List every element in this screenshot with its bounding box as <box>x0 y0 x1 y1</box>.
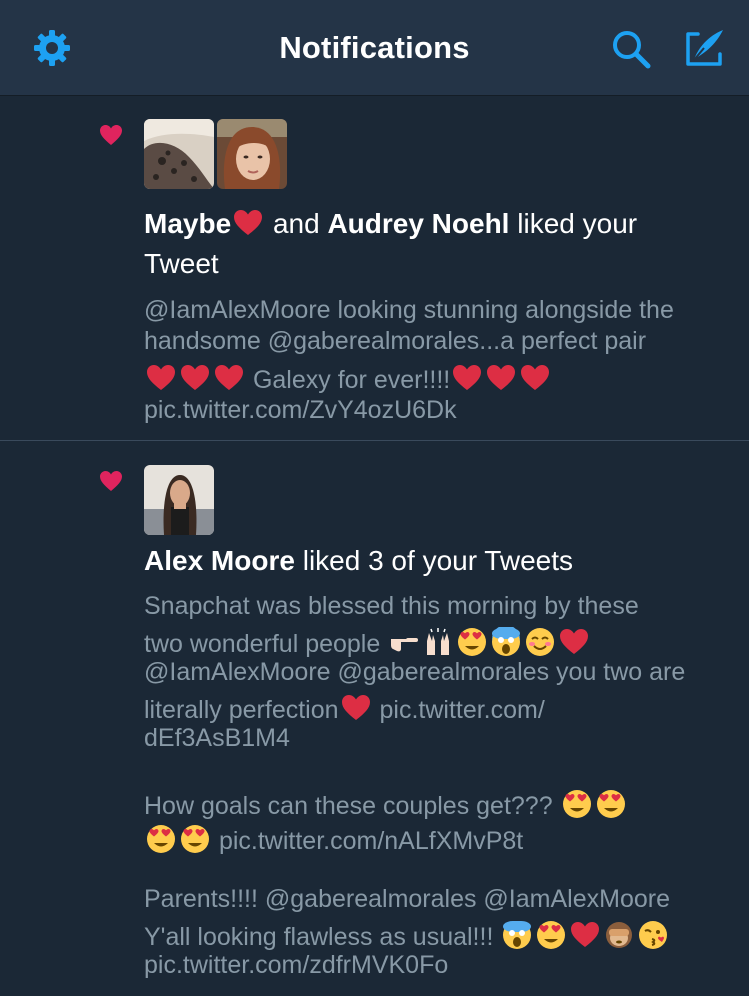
tweet-link[interactable]: pic.twitter.com/zdfrMVK0Fo <box>144 951 448 980</box>
notification-item[interactable]: Maybe and Audrey Noehl liked your Tweet … <box>0 96 749 441</box>
tweet-text-fragment: Galexy for ever!!!! <box>252 366 451 394</box>
tweet-text-line: How goals can these couples get??? <box>144 789 628 821</box>
action-object-text: Tweet <box>144 248 219 279</box>
tweet-link[interactable]: pic.twitter.com/ <box>379 696 544 724</box>
heart-eyes-emoji <box>457 627 487 657</box>
tweet-text-line: Galexy for ever!!!! <box>144 363 552 395</box>
red-heart-emoji <box>452 363 482 393</box>
kissing-face-emoji <box>638 920 668 950</box>
heart-icon <box>99 470 123 492</box>
red-heart-emoji <box>559 627 589 657</box>
user-name[interactable]: Alex Moore <box>144 545 295 576</box>
screaming-face-emoji <box>502 920 532 950</box>
tweet-text-line: Parents!!!! @gaberealmorales @IamAlexMoo… <box>144 885 670 913</box>
tweet-text-line: @IamAlexMoore @gaberealmorales you two a… <box>144 658 686 686</box>
heart-eyes-emoji <box>180 824 210 854</box>
red-heart-emoji <box>180 363 210 393</box>
screaming-face-emoji <box>491 627 521 657</box>
tweet-text-line: pic.twitter.com/nALfXMvP8t <box>144 824 523 856</box>
see-no-evil-monkey-emoji <box>604 920 634 950</box>
user-name[interactable]: Maybe <box>144 208 231 239</box>
compose-icon[interactable] <box>682 26 726 70</box>
user-name[interactable]: Audrey Noehl <box>327 208 509 239</box>
action-text: liked 3 of your Tweets <box>302 545 574 576</box>
red-heart-emoji <box>146 363 176 393</box>
heart-icon <box>99 124 123 146</box>
avatar[interactable] <box>144 119 214 189</box>
tweet-link[interactable]: pic.twitter.com/ZvY4ozU6Dk <box>144 396 457 425</box>
tweet-text-fragment: two wonderful people <box>144 630 381 658</box>
tweet-link[interactable]: dEf3AsB1M4 <box>144 724 290 753</box>
tweet-link[interactable]: pic.twitter.com/nALfXMvP8t <box>219 827 523 855</box>
heart-eyes-emoji <box>596 789 626 819</box>
heart-eyes-emoji <box>536 920 566 950</box>
red-heart-emoji <box>214 363 244 393</box>
tweet-text-fragment: How goals can these couples get??? <box>144 792 553 820</box>
tweet-text-fragment: literally perfection <box>144 696 339 724</box>
top-nav-bar: Notifications <box>0 0 749 96</box>
tweet-text-line: Y'all looking flawless as usual!!! <box>144 920 670 952</box>
tweet-text-line: Snapchat was blessed this morning by the… <box>144 592 639 620</box>
tweet-text-fragment: Y'all looking flawless as usual!!! <box>144 923 494 951</box>
conjunction-text: and <box>272 208 320 239</box>
red-heart-emoji <box>520 363 550 393</box>
search-icon[interactable] <box>608 26 652 70</box>
red-heart-emoji <box>570 920 600 950</box>
pointing-hand-emoji <box>389 627 419 657</box>
tweet-text-line: @IamAlexMoore looking stunning alongside… <box>144 296 674 324</box>
smiling-face-emoji <box>525 627 555 657</box>
avatar[interactable] <box>144 465 214 535</box>
heart-eyes-emoji <box>562 789 592 819</box>
red-heart-emoji <box>341 693 371 723</box>
raised-hands-emoji <box>423 627 453 657</box>
tweet-text-line: literally perfection pic.twitter.com/ <box>144 693 545 725</box>
red-heart-emoji <box>486 363 516 393</box>
notification-item[interactable]: Alex Moore liked 3 of your Tweets Snapch… <box>0 441 749 996</box>
tweet-text-line: handsome @gaberealmorales...a perfect pa… <box>144 327 647 355</box>
notification-text: Alex Moore liked 3 of your Tweets <box>144 545 573 577</box>
tweet-text-line: two wonderful people <box>144 627 591 659</box>
heart-eyes-emoji <box>146 824 176 854</box>
red-heart-emoji <box>233 208 263 238</box>
avatar[interactable] <box>217 119 287 189</box>
action-text: liked your <box>517 208 638 239</box>
notification-text: Maybe and Audrey Noehl liked your <box>144 208 637 240</box>
